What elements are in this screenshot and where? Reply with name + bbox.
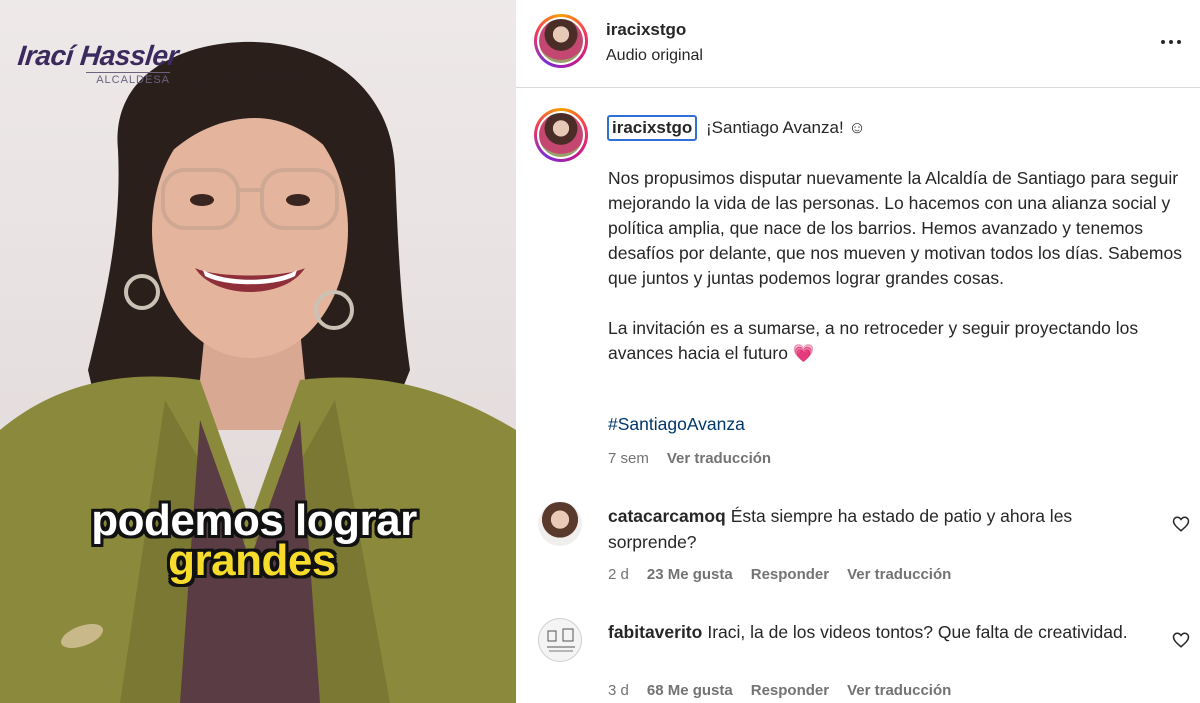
post-age[interactable]: 7 sem [608, 450, 649, 467]
caption-headline: ¡Santiago Avanza! ☺ [706, 118, 866, 137]
see-translation-link[interactable]: Ver traducción [847, 566, 951, 583]
caption-author-avatar[interactable] [534, 108, 588, 162]
reply-button[interactable]: Responder [751, 566, 829, 583]
profile-photo-icon [539, 113, 583, 157]
caption-username-link[interactable]: iracixstgo [607, 115, 698, 141]
reply-button[interactable]: Responder [751, 682, 829, 699]
comment-likes[interactable]: 23 Me gusta [647, 566, 733, 583]
brand-logo-subtitle: ALCALDESA [86, 72, 170, 86]
comment-meta: 3 d 68 Me gusta Responder Ver traducción [608, 682, 951, 699]
comment-username[interactable]: fabitaverito [608, 622, 702, 642]
comment-text-block: fabitaverito Iraci, la de los videos tont… [608, 619, 1138, 645]
profile-photo-icon [539, 19, 583, 63]
more-horizontal-icon [1161, 40, 1181, 44]
illustration-avatar-icon[interactable] [538, 618, 582, 662]
user-photo-icon[interactable] [538, 502, 582, 546]
caption-body: Nos propusimos disputar nuevamente la Al… [608, 166, 1188, 391]
author-username[interactable]: iracixstgo [606, 20, 686, 40]
comment-text-block: catacarcamoq Ésta siempre ha estado de pa… [608, 503, 1138, 555]
hashtag-link[interactable]: #SantiagoAvanza [608, 414, 745, 435]
author-avatar[interactable] [534, 14, 588, 68]
video-caption-line2: grandes [168, 536, 336, 585]
video-frame-illustration [0, 41, 516, 703]
post-header: iracixstgo Audio original [516, 0, 1200, 88]
audio-label[interactable]: Audio original [606, 47, 703, 65]
more-options-button[interactable] [1156, 30, 1186, 54]
caption-meta: 7 sem Ver traducción [608, 450, 771, 467]
comment-age[interactable]: 2 d [608, 566, 629, 583]
comment-meta: 2 d 23 Me gusta Responder Ver traducción [608, 566, 951, 583]
comment-text: Iraci, la de los videos tontos? Que falt… [707, 622, 1128, 642]
see-translation-link[interactable]: Ver traducción [847, 682, 951, 699]
comment-age[interactable]: 3 d [608, 682, 629, 699]
heart-outline-icon[interactable] [1172, 631, 1190, 649]
see-translation-link[interactable]: Ver traducción [667, 450, 771, 467]
heart-outline-icon[interactable] [1172, 515, 1190, 533]
brand-logo-text: Irací Hassler [16, 40, 180, 71]
post-panel: iracixstgo Audio original iracixstgo ¡Sa… [516, 0, 1200, 703]
comment-username[interactable]: catacarcamoq [608, 506, 726, 526]
video-player[interactable]: Irací Hassler ALCALDESA podemos lograr g… [0, 0, 516, 703]
comment-likes[interactable]: 68 Me gusta [647, 682, 733, 699]
caption-paragraph: Nos propusimos disputar nuevamente la Al… [608, 168, 1182, 288]
caption-paragraph: La invitación es a sumarse, a no retroce… [608, 318, 1139, 363]
